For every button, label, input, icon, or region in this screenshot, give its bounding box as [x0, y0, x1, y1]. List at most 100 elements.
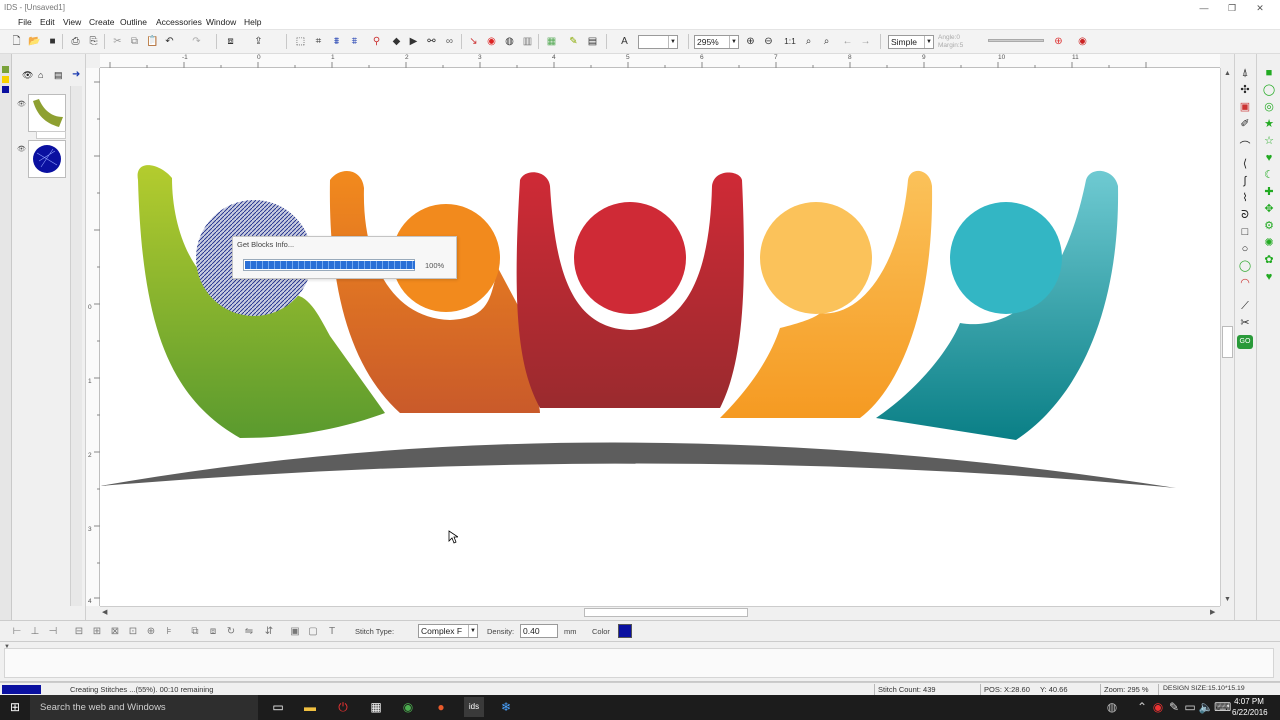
clock-time[interactable]: 4:07 PM [1232, 697, 1266, 706]
calculator-icon[interactable]: ▦ [368, 699, 384, 715]
menu-view[interactable]: View [63, 17, 81, 27]
record-icon[interactable]: ◉ [485, 35, 498, 48]
eye-icon[interactable]: 👁 [22, 70, 33, 81]
horizontal-scrollbar[interactable]: ◀ ▶ [100, 606, 1220, 618]
pin-icon[interactable]: ⚲ [370, 35, 383, 48]
stitch-type-select[interactable]: Complex F ▼ [418, 624, 478, 638]
brush-icon[interactable]: ✐ [1237, 117, 1253, 131]
star-outline-shape-icon[interactable]: ☆ [1261, 134, 1277, 148]
design-canvas[interactable] [100, 68, 1220, 606]
lock-icon[interactable]: ⌂ [38, 70, 43, 80]
pen-tray-icon[interactable]: ✎ [1166, 699, 1182, 715]
rectangle-tool-icon[interactable]: □ [1237, 225, 1253, 239]
horizontal-scroll-thumb[interactable] [584, 608, 748, 617]
volume-icon[interactable]: 🔈 [1198, 699, 1214, 715]
freehand-icon[interactable]: ⌇ [1237, 191, 1253, 205]
arrow-left-icon[interactable]: ← [841, 35, 854, 48]
frame-icon[interactable]: ▥ [521, 35, 534, 48]
scroll-down-icon[interactable]: ▼ [1224, 596, 1231, 603]
heart-filled-shape-icon[interactable]: ♥ [1261, 270, 1277, 284]
distribute-v-icon[interactable]: ⊞ [90, 625, 104, 638]
close-button[interactable]: ✕ [1250, 2, 1270, 14]
print-preview-icon[interactable]: ⎘ [87, 35, 100, 48]
bezier-icon[interactable]: ⌒ [1237, 140, 1253, 154]
zoom-select[interactable]: 295% ▼ [694, 35, 739, 49]
density-input[interactable]: 0.40 [520, 624, 558, 638]
minimize-button[interactable]: — [1194, 2, 1214, 14]
object-thumbnail-green[interactable] [28, 94, 66, 132]
spool-icon[interactable]: ◍ [503, 35, 516, 48]
go-button-icon[interactable]: GO [1237, 335, 1253, 349]
redo-icon[interactable]: ↷ [190, 35, 203, 48]
zoom-actual-button[interactable]: 1:1 [782, 35, 798, 48]
send-back-icon[interactable]: ▢ [306, 625, 320, 638]
arrow-right-icon[interactable]: → [859, 35, 872, 48]
chrome-icon[interactable]: ◉ [400, 699, 416, 715]
scroll-right-icon[interactable]: ▶ [1210, 608, 1215, 616]
objects-scrollbar[interactable] [70, 86, 82, 606]
snowflake-app-icon[interactable]: ❄ [498, 699, 514, 715]
open-folder-icon[interactable]: 📂 [28, 35, 41, 48]
circle-tool-icon[interactable]: ◯ [1237, 259, 1253, 273]
spiral-icon[interactable]: ᘐ [1237, 208, 1253, 222]
palette-swatch-green[interactable] [2, 66, 9, 73]
square-shape-icon[interactable]: ■ [1261, 66, 1277, 80]
ellipse-tool-icon[interactable]: ○ [1237, 242, 1253, 256]
moon-shape-icon[interactable]: ☾ [1261, 168, 1277, 182]
undo-icon[interactable]: ↶ [163, 35, 176, 48]
visible-toggle-icon-2[interactable]: 👁 [17, 145, 26, 153]
pen-tool-icon[interactable]: ⍋ [1237, 66, 1253, 80]
move-arrow-icon[interactable]: ➜ [72, 69, 80, 80]
taskbar-search[interactable]: Search the web and Windows [30, 695, 258, 720]
clock-date[interactable]: 6/22/2016 [1232, 708, 1268, 717]
scissors-tool-icon[interactable]: ✂ [1237, 316, 1253, 330]
scroll-left-icon[interactable]: ◀ [102, 608, 107, 616]
menu-help[interactable]: Help [244, 17, 261, 27]
task-view-icon[interactable]: ▭ [270, 699, 286, 715]
heart-shape-icon[interactable]: ♥ [1261, 151, 1277, 165]
zoom-window-icon[interactable]: ⌕ [820, 35, 833, 48]
bring-front-icon[interactable]: ▣ [288, 625, 302, 638]
arrows-shape-icon[interactable]: ✥ [1261, 202, 1277, 216]
eraser-icon[interactable]: ▣ [1237, 100, 1253, 114]
mirror-icon[interactable]: ⇋ [242, 625, 256, 638]
paste-icon[interactable]: 📋 [146, 35, 159, 48]
stitch-icon[interactable]: ⩩ [330, 35, 343, 48]
menu-create[interactable]: Create [89, 17, 115, 27]
color-swatch[interactable] [618, 624, 632, 638]
arc-tool-icon[interactable]: ◠ [1237, 276, 1253, 290]
windows-start-icon[interactable]: ⊞ [7, 699, 23, 715]
scroll-up-icon[interactable]: ▲ [1224, 70, 1231, 77]
star-shape-icon[interactable]: ★ [1261, 117, 1277, 131]
line-tool-icon[interactable]: ⟋ [1237, 299, 1253, 313]
menu-window[interactable]: Window [206, 17, 236, 27]
ids-app-icon[interactable]: ids [464, 697, 484, 717]
flip-icon[interactable]: ⇵ [262, 625, 276, 638]
text-tool-icon[interactable]: A [618, 35, 631, 48]
same-width-icon[interactable]: ⊠ [108, 625, 122, 638]
binoculars-icon[interactable]: ⚯ [425, 35, 438, 48]
group-icon[interactable]: ⧉ [188, 625, 202, 638]
arrange-icon[interactable]: ⧈ [224, 35, 237, 48]
menu-file[interactable]: File [18, 17, 32, 27]
pencil-icon[interactable]: ✎ [567, 35, 580, 48]
zoom-out-icon[interactable]: ⊖ [762, 35, 775, 48]
space-icon[interactable]: ⊧ [162, 625, 176, 638]
ring-shape-icon[interactable]: ◎ [1261, 100, 1277, 114]
glasses-icon[interactable]: ∞ [443, 35, 456, 48]
same-height-icon[interactable]: ⊡ [126, 625, 140, 638]
fill-stitch-icon[interactable]: ⩨ [348, 35, 361, 48]
font-size-select[interactable]: ▼ [638, 35, 678, 49]
palette-swatch-blue[interactable] [2, 86, 9, 93]
ungroup-icon[interactable]: ⧈ [206, 625, 220, 638]
object-thumbnail-blue[interactable] [28, 140, 66, 178]
new-file-icon[interactable]: 🗋 [10, 35, 23, 48]
network-icon[interactable]: ▭ [1182, 699, 1198, 715]
center-icon[interactable]: ⊕ [144, 625, 158, 638]
save-icon[interactable]: ■ [46, 35, 59, 48]
node-edit-icon[interactable]: ⌗ [312, 35, 325, 48]
angle-slider[interactable] [988, 39, 1044, 42]
maximize-button[interactable]: ❐ [1222, 2, 1242, 14]
menu-outline[interactable]: Outline [120, 17, 147, 27]
zoom-in-icon[interactable]: ⊕ [744, 35, 757, 48]
